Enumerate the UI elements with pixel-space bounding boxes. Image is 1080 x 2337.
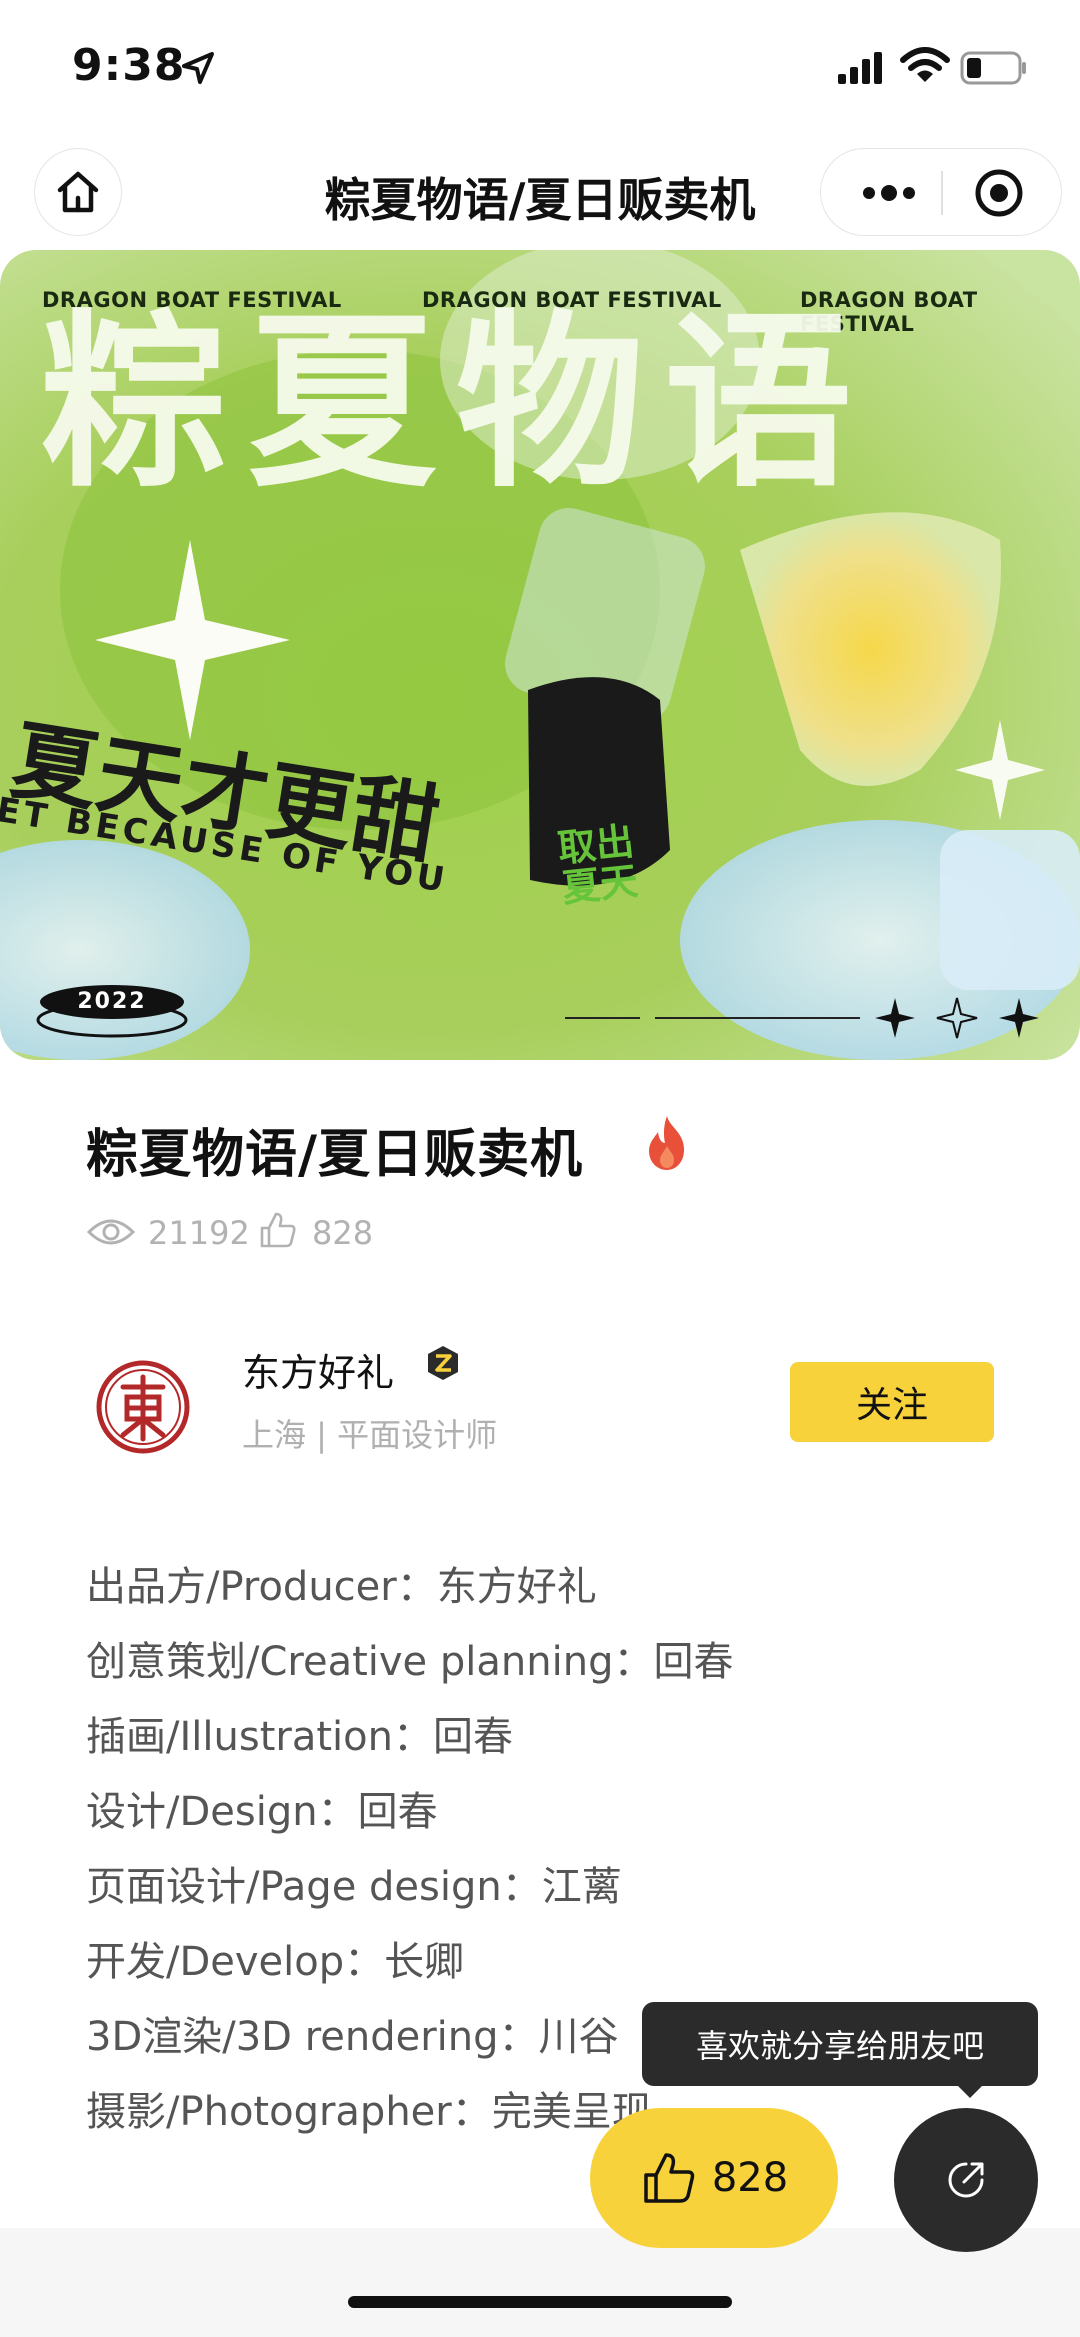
nav-bar: 粽夏物语/夏日贩卖机	[0, 140, 1080, 240]
share-tooltip: 喜欢就分享给朋友吧	[642, 2002, 1038, 2086]
tooltip-arrow	[956, 2084, 984, 2098]
z-verified-badge-icon	[428, 1346, 458, 1380]
credits-list: 出品方/Producer：东方好礼 创意策划/Creative planning…	[86, 1550, 733, 2150]
credit-line: 开发/Develop：长卿	[86, 1939, 465, 1985]
status-bar: 9:38	[0, 0, 1080, 132]
home-button[interactable]	[34, 148, 122, 236]
banner-can-text: 取出夏天	[555, 818, 641, 911]
fire-icon	[649, 1116, 684, 1170]
capsule-divider	[941, 171, 943, 215]
like-button-count: 828	[711, 2155, 789, 2201]
close-target-icon[interactable]	[973, 167, 1025, 219]
likes-count: 828	[312, 1214, 374, 1252]
banner-headline: 粽夏物语	[40, 294, 872, 513]
credit-line: 页面设计/Page design：江蓠	[86, 1864, 622, 1910]
author-name[interactable]: 东方好礼	[242, 1342, 394, 1397]
home-icon	[57, 171, 99, 213]
share-icon	[948, 2162, 984, 2198]
share-button[interactable]	[894, 2108, 1038, 2252]
wifi-icon	[900, 47, 950, 82]
more-dots-icon[interactable]	[859, 179, 919, 207]
footer-bar	[0, 2228, 1080, 2337]
status-time: 9:38	[72, 40, 186, 91]
credit-line: 出品方/Producer：东方好礼	[86, 1564, 597, 1610]
author-avatar[interactable]	[86, 1350, 200, 1464]
author-location-role: 上海 | 平面设计师	[242, 1416, 498, 1454]
battery-icon	[960, 51, 1026, 85]
credit-line: 设计/Design：回春	[86, 1789, 438, 1835]
credit-line: 创意策划/Creative planning：回春	[86, 1639, 734, 1685]
home-indicator	[348, 2296, 732, 2308]
eye-icon	[86, 1219, 136, 1245]
views-count: 21192	[148, 1214, 250, 1252]
mini-program-capsule	[820, 148, 1062, 236]
cellular-signal-icon	[838, 52, 882, 84]
banner-year-badge: 2022	[40, 985, 184, 1019]
page-title: 粽夏物语/夏日贩卖机	[324, 173, 756, 227]
thumbs-up-icon[interactable]	[258, 1210, 298, 1250]
credit-line: 3D渲染/3D rendering：川谷	[86, 2014, 619, 2060]
location-arrow-icon	[182, 52, 214, 84]
work-title: 粽夏物语/夏日贩卖机	[86, 1125, 583, 1185]
follow-button[interactable]: 关注	[790, 1362, 994, 1442]
dongfang-logo-icon	[96, 1360, 190, 1454]
thumbs-up-icon	[644, 2153, 695, 2203]
like-button[interactable]: 828	[590, 2108, 838, 2248]
credit-line: 插画/Illustration：回春	[86, 1714, 513, 1760]
cover-banner[interactable]: DRAGON BOAT FESTIVAL DRAGON BOAT FESTIVA…	[0, 250, 1080, 1060]
